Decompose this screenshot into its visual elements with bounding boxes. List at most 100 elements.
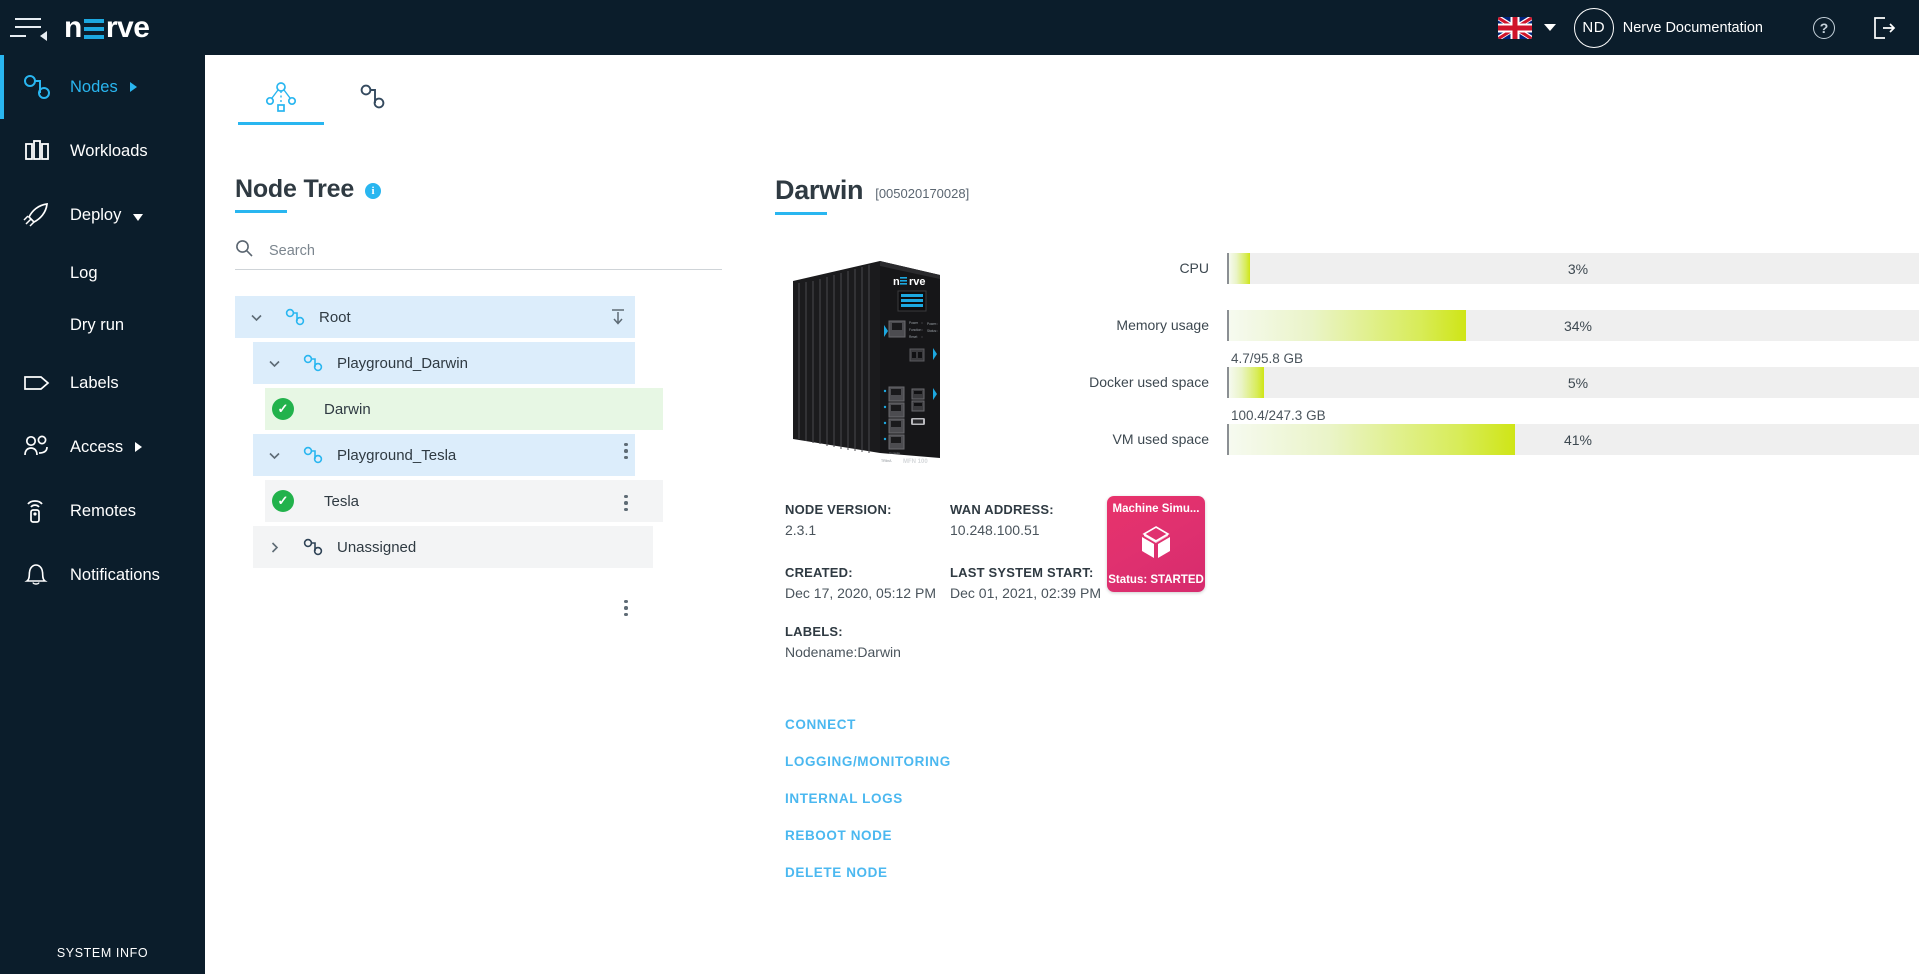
metric-percent-label: 41% [1564,432,1592,448]
sidebar-sub-label: Dry run [70,316,124,335]
tree-row-playground-darwin[interactable]: Playground_Darwin [253,342,635,384]
row-menu-kebab-icon[interactable] [608,430,644,472]
tab-node-list[interactable] [327,73,419,125]
tree-row-label: Unassigned [337,539,416,556]
brand-prefix: n [64,11,82,45]
svg-text:Console: Console [889,451,900,455]
action-delete-node[interactable]: DELETE NODE [785,865,1875,880]
action-internal-logs[interactable]: INTERNAL LOGS [785,791,1875,806]
svg-text:Power: Power [909,321,919,325]
sidebar-item-log[interactable]: Log [0,247,205,299]
user-name-label: Nerve Documentation [1623,20,1763,36]
chevron-down-icon [133,214,143,221]
tree-row-playground-tesla[interactable]: Playground_Tesla [253,434,635,476]
metric-bar-track: 5% [1227,367,1919,398]
info-value: Dec 17, 2020, 05:12 PM [785,585,950,601]
metric-percent-label: 3% [1568,261,1588,277]
help-question-icon[interactable]: ? [1813,17,1835,39]
avatar[interactable]: ND [1574,8,1614,48]
status-online-check-icon: ✓ [272,398,294,420]
metric-bar-fill [1229,424,1515,455]
sidebar-item-access[interactable]: Access [0,415,205,479]
metric-sub-label-memory: 4.7/95.8 GB [1227,351,1919,366]
chevron-down-icon[interactable] [253,356,295,371]
sidebar-sub-label: Log [70,264,98,283]
metric-percent-label: 34% [1564,318,1592,334]
svg-text:MFN 100: MFN 100 [903,459,928,465]
svg-text:Status: Status [927,329,936,333]
node-tree-icon [263,81,299,118]
top-bar: n rve ND Nerve Documentation ? [0,0,1919,55]
main-content: Node Tree i [205,55,1919,974]
metric-bar-fill [1229,310,1466,341]
node-link-icon [355,81,391,118]
info-labels: LABELS: Nodename:Darwin [785,624,950,660]
tree-row-label: Playground_Darwin [337,355,468,372]
sidebar-item-labels[interactable]: Labels [0,351,205,415]
metric-label: Docker used space [977,374,1227,392]
tree-row-label: Root [319,309,351,326]
sidebar-item-dry-run[interactable]: Dry run [0,299,205,351]
chevron-down-icon[interactable] [235,310,277,325]
tab-node-tree[interactable] [235,73,327,125]
tree-row-tesla[interactable]: ✓ Tesla [265,480,663,522]
uk-flag-icon[interactable] [1498,17,1532,39]
metric-bar-track: 34% [1227,310,1919,341]
sidebar-item-label: Remotes [70,502,136,521]
node-group-icon [295,445,331,465]
sidebar-item-workloads[interactable]: Workloads [0,119,205,183]
chevron-right-icon [135,442,142,452]
svg-text:Function: Function [909,328,921,332]
node-group-icon [295,353,331,373]
tree-row-unassigned[interactable]: Unassigned [253,526,653,568]
node-tree-list: Root [235,296,725,568]
deploy-rocket-icon [22,202,60,228]
metric-bar-fill [1229,367,1264,398]
logout-icon[interactable] [1871,15,1897,41]
metric-label: CPU [977,260,1227,278]
metric-row-vm-used-space: VM used space 41% [977,424,1919,455]
nodes-icon [22,74,60,100]
node-info-grid: NODE VERSION: 2.3.1 CREATED: Dec 17, 202… [775,502,1875,687]
info-value: 2.3.1 [785,522,950,538]
svg-text:Reset: Reset [909,335,917,339]
sidebar-item-notifications[interactable]: Notifications [0,543,205,607]
workload-card-machine-simulator[interactable]: Machine Simu... Status: STARTED [1107,496,1205,592]
collapse-all-icon[interactable] [609,308,627,326]
sidebar-item-deploy[interactable]: Deploy [0,183,205,247]
sidebar: Nodes Workloads Deploy Log Dry run [0,55,205,974]
sidebar-item-nodes[interactable]: Nodes [0,55,205,119]
search-box[interactable] [235,239,722,270]
avatar-initials: ND [1582,19,1605,36]
row-menu-kebab-icon[interactable] [608,587,644,629]
node-group-icon [277,307,313,327]
metric-row-cpu: CPU 3% [977,253,1919,284]
page-title: Node Tree [235,175,354,213]
row-menu-kebab-icon[interactable] [608,482,644,524]
chevron-down-icon[interactable] [253,448,295,463]
svg-text:n: n [893,276,900,288]
chevron-right-icon[interactable] [253,540,295,555]
tree-row-root[interactable]: Root [235,296,635,338]
brand-e-glyph [84,14,104,41]
metric-row-memory-usage: Memory usage 34% [977,310,1919,341]
info-key: CREATED: [785,565,950,580]
language-chevron-down-icon[interactable] [1544,24,1556,31]
system-info-link[interactable]: SYSTEM INFO [0,946,205,960]
brand-suffix: rve [106,11,150,45]
remotes-icon [22,498,60,524]
hamburger-menu-icon[interactable] [0,0,56,55]
tree-row-darwin[interactable]: ✓ Darwin [265,388,663,430]
node-tree-panel: Node Tree i [235,175,755,572]
nerve-logo[interactable]: n rve [64,11,149,45]
search-input[interactable] [269,243,699,259]
action-logging-monitoring[interactable]: LOGGING/MONITORING [785,754,1875,769]
node-stats-section: n rve PowerPower Functi [775,253,1875,468]
action-reboot-node[interactable]: REBOOT NODE [785,828,1875,843]
workload-status: Status: STARTED [1108,574,1204,592]
workload-name: Machine Simu... [1113,503,1200,515]
sidebar-item-remotes[interactable]: Remotes [0,479,205,543]
action-connect[interactable]: CONNECT [785,717,1875,732]
info-created: CREATED: Dec 17, 2020, 05:12 PM [785,565,950,601]
info-icon[interactable]: i [365,183,381,199]
